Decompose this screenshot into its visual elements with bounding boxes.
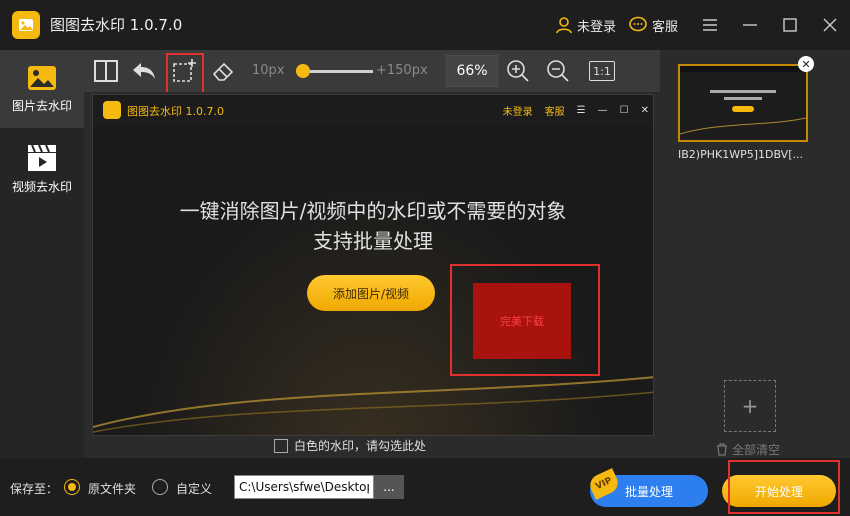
watermark-selection-box[interactable] bbox=[450, 264, 600, 376]
add-file-button[interactable]: + bbox=[724, 380, 776, 432]
selected-tool-highlight bbox=[166, 53, 204, 96]
preview-headline: 一键消除图片/视频中的水印或不需要的对象 bbox=[179, 199, 567, 223]
preview-menu-icon: ☰ bbox=[576, 104, 586, 116]
queue-thumbnail[interactable] bbox=[678, 64, 808, 142]
save-to-label: 保存至： bbox=[10, 482, 59, 496]
title-bar: 图图去水印 1.0.7.0 未登录 客服 bbox=[0, 0, 850, 50]
radio-original-folder[interactable] bbox=[64, 479, 80, 495]
zoom-in-button[interactable] bbox=[502, 55, 534, 87]
app-title: 图图去水印 1.0.7.0 bbox=[50, 16, 183, 34]
eraser-tool[interactable] bbox=[208, 55, 240, 87]
preview-subheadline: 支持批量处理 bbox=[313, 229, 433, 253]
support-link[interactable]: 客服 bbox=[628, 16, 678, 35]
thumbnail-preview-icon bbox=[679, 66, 807, 140]
close-icon bbox=[823, 18, 837, 32]
actual-size-button[interactable]: 1:1 bbox=[586, 55, 618, 87]
menu-button[interactable] bbox=[690, 0, 730, 50]
white-watermark-option[interactable]: 白色的水印，请勾选此处 bbox=[274, 437, 426, 454]
preview-add-button: 添加图片/视频 bbox=[307, 275, 435, 311]
brush-size-slider-handle[interactable] bbox=[296, 64, 310, 78]
login-link[interactable]: 未登录 bbox=[555, 16, 616, 35]
queue-file-name: IB2)PHK1WP5]1DBV[... bbox=[678, 148, 803, 161]
preview-maximize-icon: ☐ bbox=[619, 104, 629, 116]
compare-view-button[interactable] bbox=[90, 55, 122, 87]
preview-logo-icon bbox=[103, 101, 121, 119]
remove-file-button[interactable]: ✕ bbox=[798, 56, 814, 72]
image-icon bbox=[28, 65, 56, 90]
hamburger-icon bbox=[703, 19, 717, 31]
minimize-icon bbox=[743, 24, 757, 26]
zoom-out-button[interactable] bbox=[542, 55, 574, 87]
brush-size-min-label: 10px bbox=[252, 63, 285, 78]
video-icon bbox=[28, 144, 56, 171]
white-watermark-checkbox[interactable] bbox=[274, 438, 288, 453]
start-button-highlight bbox=[728, 460, 840, 514]
preview-close-icon: ✕ bbox=[640, 104, 649, 116]
zoom-out-icon bbox=[547, 60, 569, 82]
file-queue-panel: ✕ IB2)PHK1WP5]1DBV[... + 全部清空 bbox=[660, 50, 850, 458]
zoom-in-icon bbox=[507, 60, 529, 82]
preview-title-bar: 图图去水印 1.0.7.0 未登录 客服 ☰ — ☐ ✕ bbox=[93, 95, 653, 125]
maximize-button[interactable] bbox=[770, 0, 810, 50]
save-path-input[interactable] bbox=[234, 475, 374, 499]
maximize-icon bbox=[783, 18, 797, 32]
support-label: 客服 bbox=[651, 19, 678, 35]
sidebar-item-image-watermark[interactable]: 图片去水印 bbox=[0, 50, 84, 128]
sidebar-item-video-watermark[interactable]: 视频去水印 bbox=[0, 130, 84, 208]
sidebar-item-label: 图片去水印 bbox=[11, 98, 72, 113]
trash-icon bbox=[717, 443, 727, 456]
preview-app-title: 图图去水印 1.0.7.0 bbox=[127, 105, 224, 118]
eraser-icon bbox=[212, 62, 234, 81]
undo-button[interactable] bbox=[128, 55, 160, 87]
white-watermark-label: 白色的水印，请勾选此处 bbox=[294, 439, 427, 453]
app-logo-icon bbox=[12, 11, 40, 39]
actual-size-icon: 1:1 bbox=[589, 61, 615, 81]
user-icon bbox=[556, 17, 572, 34]
sidebar-item-label: 视频去水印 bbox=[11, 179, 72, 194]
preview-login: 未登录 bbox=[502, 106, 533, 118]
bottom-bar: 保存至： 原文件夹 自定义 ... 批量处理 VIP 开始处理 bbox=[0, 458, 850, 516]
sidebar: 图片去水印 视频去水印 bbox=[0, 50, 84, 458]
radio-original-folder-label: 原文件夹 bbox=[88, 482, 137, 496]
minimize-button[interactable] bbox=[730, 0, 770, 50]
clear-all-label: 全部清空 bbox=[732, 443, 781, 457]
chat-icon bbox=[629, 16, 647, 32]
brush-size-max-label: +150px bbox=[376, 63, 428, 78]
preview-minimize-icon: — bbox=[597, 104, 608, 116]
split-view-icon bbox=[94, 60, 118, 82]
zoom-level: 66% bbox=[446, 55, 498, 87]
undo-icon bbox=[133, 63, 155, 79]
preview-support: 客服 bbox=[544, 106, 565, 118]
browse-button[interactable]: ... bbox=[374, 475, 404, 499]
login-label: 未登录 bbox=[576, 19, 616, 35]
radio-custom-folder-label: 自定义 bbox=[176, 482, 213, 496]
clear-all-button[interactable]: 全部清空 bbox=[716, 441, 780, 458]
batch-process-label: 批量处理 bbox=[624, 484, 673, 499]
radio-custom-folder[interactable] bbox=[152, 479, 168, 495]
close-button[interactable] bbox=[810, 0, 850, 50]
